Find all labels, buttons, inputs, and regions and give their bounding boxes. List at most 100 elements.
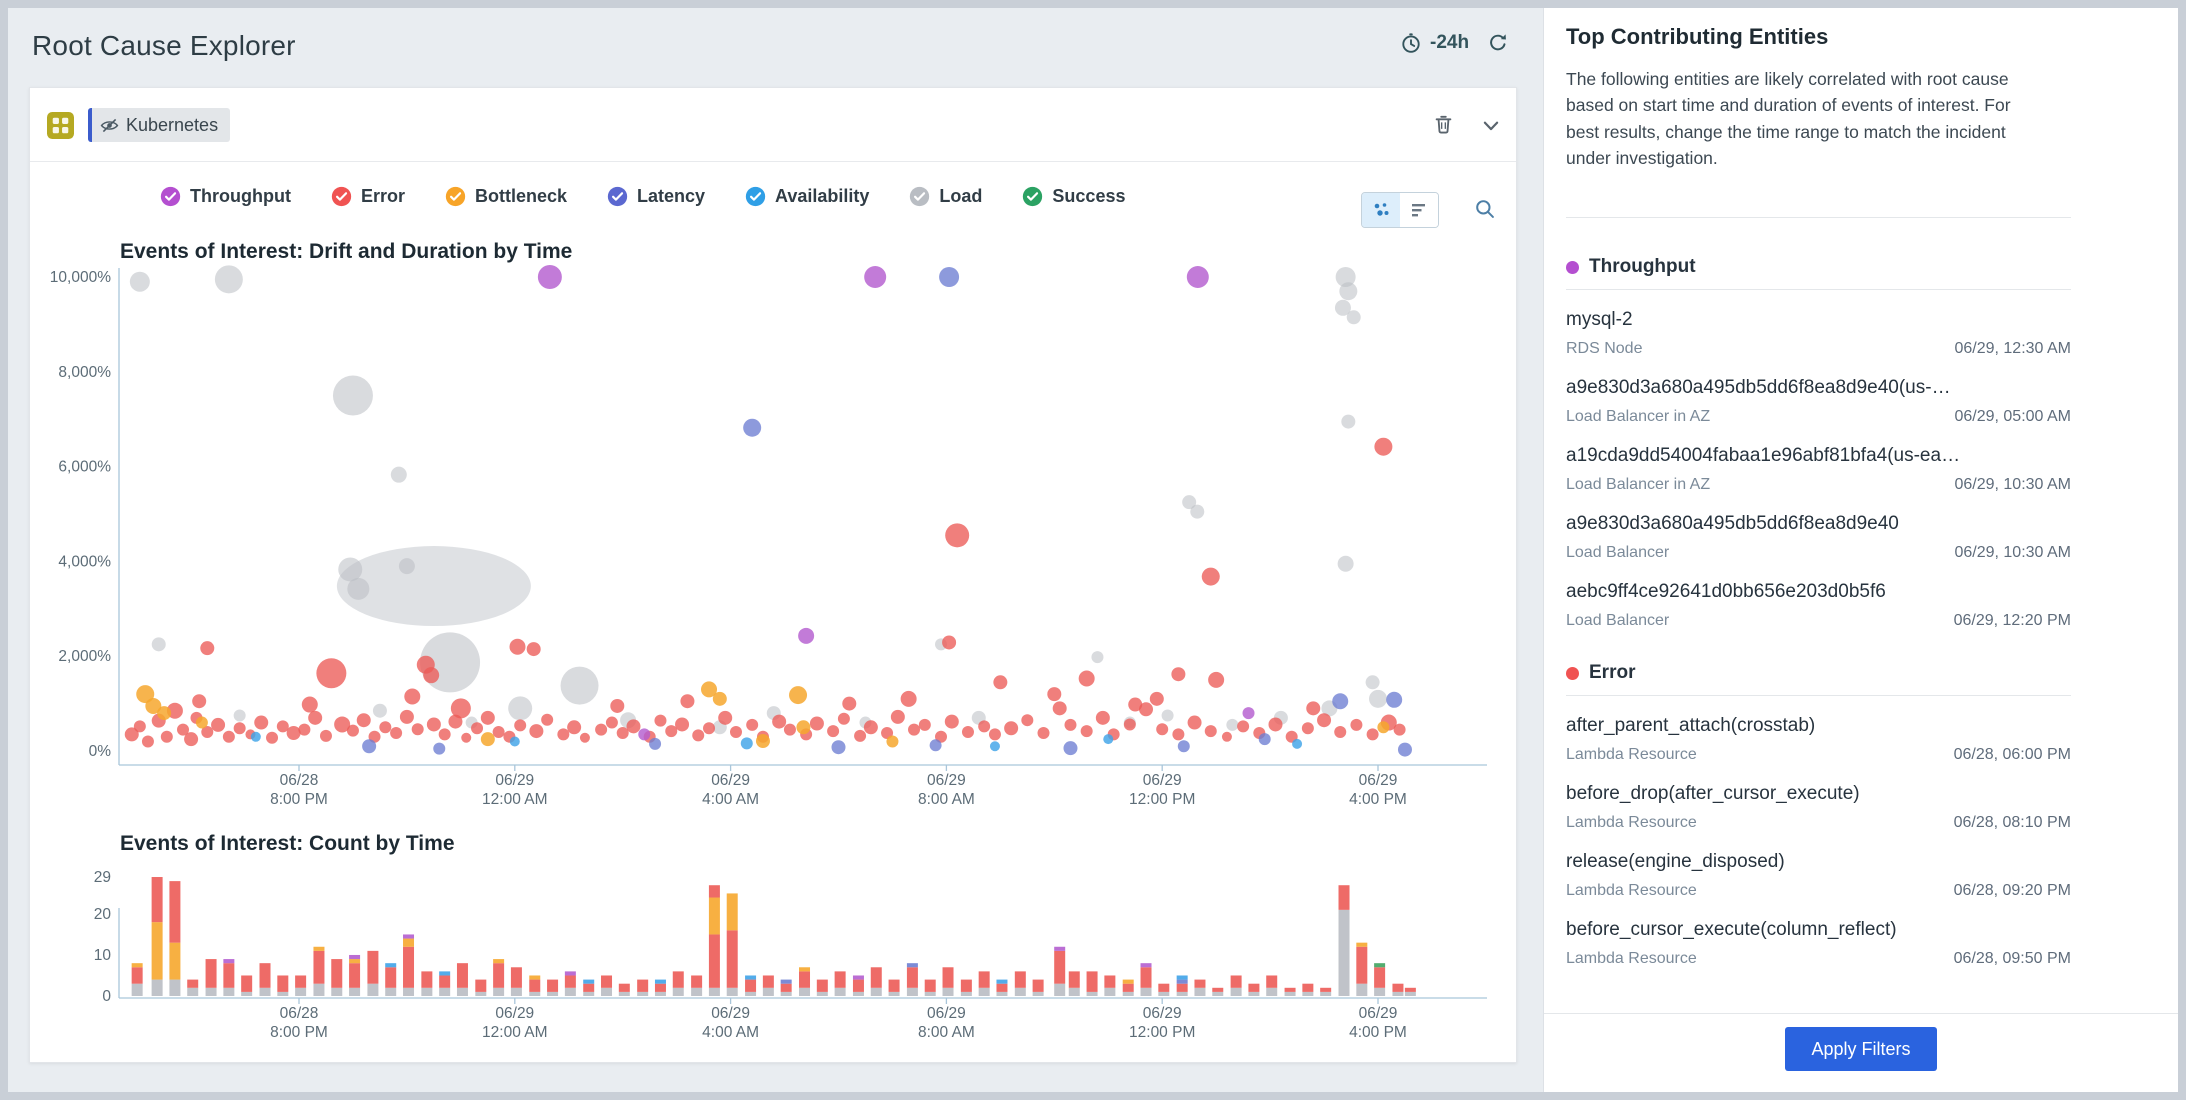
time-range-label: -24h	[1430, 32, 1469, 54]
bar-chart-title: Events of Interest: Count by Time	[120, 832, 455, 856]
panel-title: Top Contributing Entities	[1566, 24, 1828, 50]
entity-meta: Load Balancer in AZ 06/29, 10:30 AM	[1566, 476, 2071, 494]
entity-type: Lambda Resource	[1566, 814, 1697, 832]
svg-text:06/29: 06/29	[1359, 1005, 1398, 1022]
legend-label: Availability	[775, 186, 869, 207]
svg-text:4,000%: 4,000%	[58, 553, 111, 570]
entity-name: after_parent_attach(crosstab)	[1566, 715, 2071, 737]
entity-row[interactable]: a9e830d3a680a495db5dd6f8ea8d9e40 Load Ba…	[1566, 513, 2071, 562]
scatter-view-icon	[1371, 200, 1391, 220]
svg-text:06/29: 06/29	[711, 1005, 750, 1022]
check-circle-icon	[909, 186, 930, 207]
drift-duration-chart[interactable]: 0%2,000%4,000%6,000%8,000%10,000%06/288:…	[30, 218, 1518, 818]
entity-row[interactable]: before_drop(after_cursor_execute) Lambda…	[1566, 783, 2071, 832]
apply-filters-bar: Apply Filters	[1544, 1013, 2178, 1092]
svg-text:06/28: 06/28	[280, 772, 319, 789]
entity-type: Load Balancer in AZ	[1566, 408, 1710, 426]
legend-label: Throughput	[190, 186, 291, 207]
trash-icon[interactable]	[1432, 113, 1455, 136]
entity-type: Lambda Resource	[1566, 746, 1697, 764]
grid-icon[interactable]	[47, 112, 74, 139]
apply-filters-button[interactable]: Apply Filters	[1785, 1027, 1936, 1071]
filter-chip-label: Kubernetes	[126, 115, 218, 136]
svg-text:12:00 AM: 12:00 AM	[482, 1024, 548, 1041]
svg-text:06/29: 06/29	[1143, 772, 1182, 789]
zoom-icon[interactable]	[1474, 198, 1496, 220]
entity-type: Load Balancer	[1566, 612, 1669, 630]
time-range-picker[interactable]: -24h	[1400, 32, 1509, 54]
filter-bar: Kubernetes	[30, 88, 1516, 162]
section-label: Throughput	[1589, 256, 1696, 278]
svg-text:0%: 0%	[89, 743, 112, 760]
entity-time: 06/28, 09:50 PM	[1954, 950, 2071, 968]
entity-type: Load Balancer in AZ	[1566, 476, 1710, 494]
svg-text:06/29: 06/29	[927, 1005, 966, 1022]
entity-row[interactable]: a19cda9dd54004fabaa1e96abf81bfa4(us-ea… …	[1566, 445, 2071, 494]
entity-type: Load Balancer	[1566, 544, 1669, 562]
entity-row[interactable]: mysql-2 RDS Node 06/29, 12:30 AM	[1566, 309, 2071, 358]
entity-meta: Lambda Resource 06/28, 09:50 PM	[1566, 950, 2071, 968]
legend-item-availability[interactable]: Availability	[745, 186, 869, 207]
entity-name: a19cda9dd54004fabaa1e96abf81bfa4(us-ea…	[1566, 445, 2071, 467]
svg-text:6,000%: 6,000%	[58, 459, 111, 476]
chart-legend: Throughput Error Bottleneck Latency Avai…	[160, 186, 1125, 207]
entity-name: aebc9ff4ce92641d0bb656e203d0b5f6	[1566, 581, 2071, 603]
entity-row[interactable]: a9e830d3a680a495db5dd6f8ea8d9e40(us-… Lo…	[1566, 377, 2071, 426]
entity-type: Lambda Resource	[1566, 950, 1697, 968]
filter-chip-kubernetes[interactable]: Kubernetes	[88, 108, 230, 142]
svg-text:12:00 PM: 12:00 PM	[1129, 1024, 1195, 1041]
entity-type: Lambda Resource	[1566, 882, 1697, 900]
svg-text:06/29: 06/29	[1143, 1005, 1182, 1022]
svg-text:20: 20	[94, 906, 112, 923]
chevron-down-icon[interactable]	[1480, 115, 1502, 137]
entity-meta: Load Balancer in AZ 06/29, 05:00 AM	[1566, 408, 2071, 426]
entities-list[interactable]: Throughput mysql-2 RDS Node 06/29, 12:30…	[1566, 238, 2071, 1014]
entity-row[interactable]: aebc9ff4ce92641d0bb656e203d0b5f6 Load Ba…	[1566, 581, 2071, 630]
entity-section-throughput: Throughput mysql-2 RDS Node 06/29, 12:30…	[1566, 256, 2071, 630]
legend-item-bottleneck[interactable]: Bottleneck	[445, 186, 567, 207]
svg-text:06/29: 06/29	[1359, 772, 1398, 789]
entity-row[interactable]: after_parent_attach(crosstab) Lambda Res…	[1566, 715, 2071, 764]
entity-time: 06/29, 10:30 AM	[1954, 544, 2071, 562]
legend-item-latency[interactable]: Latency	[607, 186, 705, 207]
entity-type: RDS Node	[1566, 340, 1642, 358]
svg-text:4:00 AM: 4:00 AM	[702, 1024, 759, 1041]
check-circle-icon	[160, 186, 181, 207]
entity-name: a9e830d3a680a495db5dd6f8ea8d9e40	[1566, 513, 2071, 535]
svg-text:06/29: 06/29	[711, 772, 750, 789]
svg-text:12:00 PM: 12:00 PM	[1129, 791, 1195, 808]
section-header: Error	[1566, 662, 2071, 696]
svg-text:4:00 AM: 4:00 AM	[702, 791, 759, 808]
legend-item-error[interactable]: Error	[331, 186, 405, 207]
panel-description: The following entities are likely correl…	[1566, 66, 2030, 171]
entity-name: before_drop(after_cursor_execute)	[1566, 783, 2071, 805]
section-color-dot	[1566, 261, 1579, 274]
entity-section-error: Error after_parent_attach(crosstab) Lamb…	[1566, 662, 2071, 968]
svg-text:0: 0	[102, 988, 111, 1005]
divider	[1566, 217, 2071, 218]
eye-off-icon	[100, 116, 119, 135]
entity-time: 06/29, 05:00 AM	[1954, 408, 2071, 426]
check-circle-icon	[445, 186, 466, 207]
svg-text:8,000%: 8,000%	[58, 364, 111, 381]
legend-item-load[interactable]: Load	[909, 186, 982, 207]
entity-name: before_cursor_execute(column_reflect)	[1566, 919, 2071, 941]
svg-text:10: 10	[94, 947, 112, 964]
entity-time: 06/29, 10:30 AM	[1954, 476, 2071, 494]
section-color-dot	[1566, 667, 1579, 680]
clock-icon	[1400, 32, 1422, 54]
entity-name: a9e830d3a680a495db5dd6f8ea8d9e40(us-…	[1566, 377, 2071, 399]
entity-meta: Load Balancer 06/29, 12:20 PM	[1566, 612, 2071, 630]
refresh-icon[interactable]	[1487, 32, 1509, 54]
svg-text:4:00 PM: 4:00 PM	[1349, 791, 1407, 808]
legend-item-throughput[interactable]: Throughput	[160, 186, 291, 207]
entity-name: mysql-2	[1566, 309, 2071, 331]
entity-row[interactable]: release(engine_disposed) Lambda Resource…	[1566, 851, 2071, 900]
svg-text:06/28: 06/28	[280, 1005, 319, 1022]
top-contributing-entities-panel: Top Contributing Entities The following …	[1543, 8, 2178, 1092]
entity-meta: Load Balancer 06/29, 10:30 AM	[1566, 544, 2071, 562]
entity-time: 06/29, 12:20 PM	[1954, 612, 2071, 630]
count-chart[interactable]: 010202906/288:00 PM06/2912:00 AM06/294:0…	[30, 858, 1518, 1058]
legend-item-success[interactable]: Success	[1022, 186, 1125, 207]
entity-row[interactable]: before_cursor_execute(column_reflect) La…	[1566, 919, 2071, 968]
